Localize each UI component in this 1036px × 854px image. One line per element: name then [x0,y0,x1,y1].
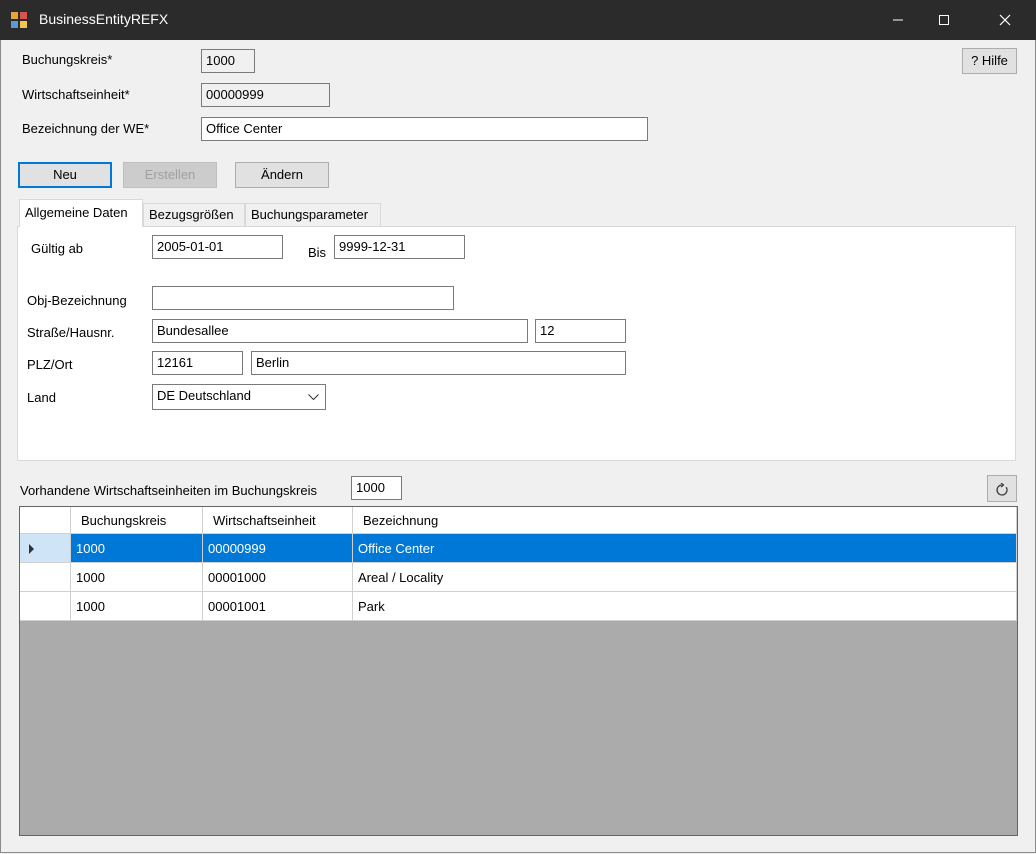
tab-panel-general [17,226,1016,461]
description-field[interactable]: Office Center [201,117,648,141]
country-label: Land [27,390,56,405]
street-label: Straße/Hausnr. [27,325,115,340]
cell-description[interactable]: Areal / Locality [353,563,1017,592]
maximize-icon [939,15,949,25]
table-row[interactable]: 1000 00000999 Office Center [20,534,1017,563]
row-header[interactable] [20,534,71,563]
column-header-company-code[interactable]: Buchungskreis [71,507,203,534]
cell-business-entity[interactable]: 00000999 [203,534,353,563]
valid-to-field[interactable]: 9999-12-31 [334,235,465,259]
table-row[interactable]: 1000 00001001 Park [20,592,1017,621]
cell-description[interactable]: Park [353,592,1017,621]
column-header-description[interactable]: Bezeichnung [353,507,1017,534]
tab-posting-parameters[interactable]: Buchungsparameter [245,203,381,226]
row-header[interactable] [20,563,71,592]
description-label: Bezeichnung der WE* [22,121,150,136]
minimize-button[interactable] [875,0,921,40]
company-code-field[interactable]: 1000 [201,49,255,73]
window-title: BusinessEntityREFX [39,11,169,27]
grid-corner [20,507,71,534]
minimize-icon [893,19,903,21]
change-button[interactable]: Ändern [235,162,329,188]
postal-code-field[interactable]: 12161 [152,351,243,375]
cell-business-entity[interactable]: 00001001 [203,592,353,621]
obj-description-label: Obj-Bezeichnung [27,293,127,308]
list-company-code-field[interactable]: 1000 [351,476,402,500]
cell-company-code[interactable]: 1000 [71,563,203,592]
close-icon [999,14,1011,26]
cell-description[interactable]: Office Center [353,534,1017,563]
country-select[interactable]: DE Deutschland [152,384,326,410]
row-pointer-icon [29,544,34,554]
help-button[interactable]: ? Hilfe [962,48,1017,74]
cell-company-code[interactable]: 1000 [71,592,203,621]
business-entity-field[interactable]: 00000999 [201,83,330,107]
column-header-business-entity[interactable]: Wirtschaftseinheit [203,507,353,534]
maximize-button[interactable] [921,0,967,40]
valid-to-label: Bis [308,245,327,260]
company-code-label: Buchungskreis* [22,52,113,67]
new-button[interactable]: Neu [18,162,112,188]
chevron-down-icon [308,394,319,401]
country-select-value: DE Deutschland [157,388,251,403]
valid-from-label: Gültig ab [31,241,84,256]
close-button[interactable] [982,0,1028,40]
cell-company-code[interactable]: 1000 [71,534,203,563]
street-field[interactable]: Bundesallee [152,319,528,343]
cell-business-entity[interactable]: 00001000 [203,563,353,592]
entities-list-label: Vorhandene Wirtschaftseinheiten im Buchu… [20,483,317,498]
house-number-field[interactable]: 12 [535,319,626,343]
title-bar[interactable]: BusinessEntityREFX [0,0,1036,40]
tab-general-data[interactable]: Allgemeine Daten [19,199,143,227]
postal-city-label: PLZ/Ort [27,357,73,372]
app-icon [11,12,27,28]
business-entity-label: Wirtschaftseinheit* [22,87,130,102]
create-button[interactable]: Erstellen [123,162,217,188]
row-header[interactable] [20,592,71,621]
city-field[interactable]: Berlin [251,351,626,375]
entities-grid[interactable]: Buchungskreis Wirtschaftseinheit Bezeich… [19,506,1018,836]
refresh-icon [996,482,1008,496]
refresh-button[interactable] [987,475,1017,502]
obj-description-field[interactable] [152,286,454,310]
tab-reference-sizes[interactable]: Bezugsgrößen [143,203,245,226]
valid-from-field[interactable]: 2005-01-01 [152,235,283,259]
table-row[interactable]: 1000 00001000 Areal / Locality [20,563,1017,592]
